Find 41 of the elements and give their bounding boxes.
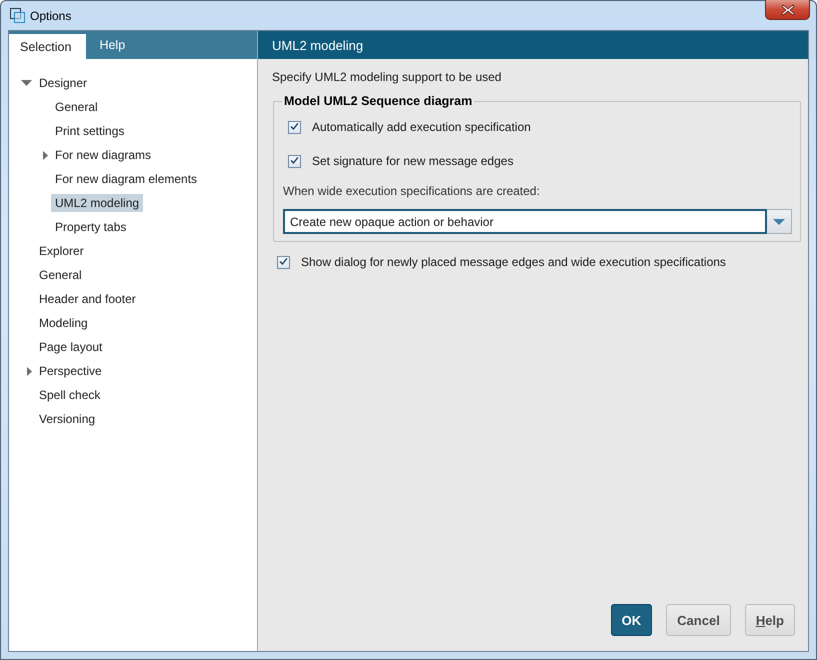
caret-down-icon [773, 218, 785, 224]
dialog-button[interactable]: Cancel [666, 604, 731, 636]
dropdown-button[interactable] [767, 209, 792, 234]
tree-item[interactable]: Perspective [35, 362, 106, 380]
tab[interactable]: Selection [9, 34, 86, 59]
checkbox-label: Show dialog for newly placed message edges and wide execution specifications [301, 255, 726, 269]
checkbox-label: Set signature for new message edges [312, 154, 514, 168]
checkbox[interactable] [288, 120, 301, 134]
check-icon [279, 258, 288, 266]
description-text: Specify UML2 modeling support to be used [272, 69, 502, 85]
tree-item[interactable]: Spell check [35, 386, 104, 404]
check-icon [290, 157, 299, 165]
tree-item[interactable]: For new diagram elements [51, 170, 202, 188]
tree-item[interactable]: Header and footer [35, 290, 140, 308]
tree-item[interactable]: Modeling [35, 314, 92, 332]
window-title: Options [30, 8, 72, 22]
combo-field[interactable]: Create new opaque action or behavior [283, 209, 767, 234]
tree-item[interactable]: UML2 modeling [51, 194, 144, 212]
tab[interactable]: Help [86, 31, 138, 59]
tree-item[interactable]: Property tabs [51, 218, 130, 236]
close-icon [780, 4, 794, 16]
window-icon [10, 8, 25, 23]
checkbox[interactable] [277, 256, 290, 268]
tree-item[interactable]: Explorer [35, 242, 88, 260]
ok-button[interactable]: OK [610, 604, 652, 636]
check-icon [290, 123, 299, 131]
tree-item[interactable]: Designer [35, 74, 92, 92]
close-button[interactable] [765, 0, 810, 20]
panel-header: UML2 modeling [258, 31, 808, 59]
checkbox[interactable] [288, 154, 301, 168]
tree-item[interactable]: Print settings [51, 122, 128, 140]
tree-item[interactable]: Versioning [35, 410, 100, 428]
tree-item[interactable]: For new diagrams [51, 146, 156, 164]
combo-label: When wide execution specifications are created: [283, 183, 541, 199]
dialog-button[interactable]: Help [744, 604, 795, 636]
tree-item[interactable]: General [35, 266, 86, 284]
group-title: Model UML2 Sequence diagram [283, 94, 474, 108]
tree-item[interactable]: General [51, 98, 102, 116]
tree-item[interactable]: Page layout [35, 338, 106, 356]
caret-down-icon[interactable] [21, 80, 32, 86]
checkbox-label: Automatically add execution specification [312, 120, 531, 134]
